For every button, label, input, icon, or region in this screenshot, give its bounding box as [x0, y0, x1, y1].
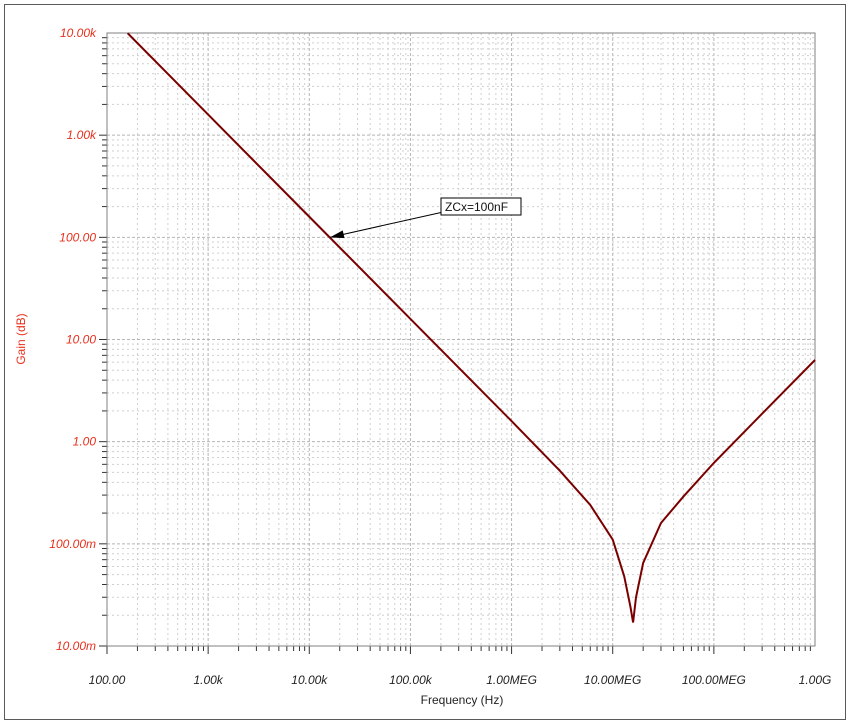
gain-chart: 10.00k1.00k100.0010.001.00100.00m10.00m …: [14, 26, 832, 707]
x-tick-label: 100.00MEG: [682, 673, 746, 687]
grid: [106, 33, 815, 647]
x-axis-label: Frequency (Hz): [421, 693, 504, 707]
y-tick-label: 100.00m: [49, 537, 96, 551]
y-tick-label: 10.00m: [56, 639, 96, 653]
annotation: ZCx=100nF: [329, 197, 522, 239]
x-tick-label: 1.00MEG: [486, 673, 537, 687]
axis-ticks: [99, 37, 811, 654]
y-axis-label: Gain (dB): [14, 313, 28, 364]
x-tick-label: 10.00MEG: [584, 673, 641, 687]
y-tick-label: 10.00: [66, 333, 96, 347]
y-tick-labels: 10.00k 1.00k 100.00 10.00 1.00 100.00m 10.00m: [49, 26, 97, 653]
x-tick-label: 1.00k: [193, 673, 223, 687]
x-tick-label: 100.00k: [389, 673, 433, 687]
x-tick-label: 1.00G: [799, 673, 832, 687]
annotation-arrow-head: [329, 230, 345, 239]
y-tick-label: 1.00: [73, 435, 97, 449]
annotation-arrow-line: [329, 212, 442, 238]
annotation-label: ZCx=100nF: [445, 200, 508, 214]
x-tick-labels: 100.00 1.00k 10.00k 100.00k 1.00MEG 10.00MEG 1…: [89, 673, 832, 687]
y-tick-label: 10.00k: [60, 26, 97, 40]
x-tick-label: 100.00: [89, 673, 126, 687]
y-tick-label: 1.00k: [67, 128, 97, 142]
x-tick-label: 10.00k: [291, 673, 328, 687]
y-tick-label: 100.00: [59, 230, 96, 244]
